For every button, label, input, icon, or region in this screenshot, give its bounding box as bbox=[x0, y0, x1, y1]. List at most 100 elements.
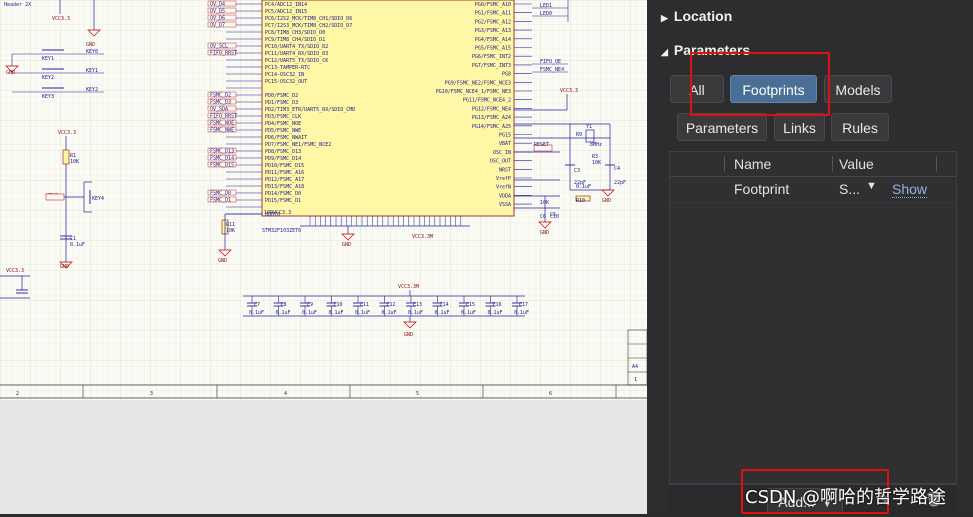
component-label: 10K bbox=[226, 228, 235, 234]
pin-label: PD10/FSMC_D15 bbox=[265, 163, 304, 169]
pin-label: PG6/FSMC_INT2 bbox=[472, 54, 511, 60]
cap-designator: C14 bbox=[440, 302, 449, 308]
column-divider bbox=[832, 156, 833, 172]
parameters-section-header[interactable]: ◢ Parameters bbox=[661, 42, 750, 58]
vcc-label-1: VCC3.3 bbox=[58, 130, 76, 136]
title-block-size: A4 bbox=[632, 364, 638, 370]
pin-label: PC6/I2S2_MCK/TIM8_CH1/SDIO_D6 bbox=[265, 16, 352, 22]
cap-designator: C15 bbox=[466, 302, 475, 308]
row-value[interactable]: S... bbox=[839, 181, 860, 197]
filter-parameters-button[interactable]: Parameters bbox=[677, 113, 767, 141]
location-label: Location bbox=[673, 8, 733, 24]
pin-label: PD7/FSMC_NE1/FSMC_NCE2 bbox=[265, 142, 331, 148]
cap-value: 0.1uF bbox=[302, 310, 317, 316]
filter-links-button[interactable]: Links bbox=[774, 113, 825, 141]
pin-label: OSC_OUT bbox=[490, 159, 511, 165]
column-divider bbox=[936, 156, 937, 172]
pin-label: PG10/FSMC_NCE4_1/FSMC_NE3 bbox=[436, 89, 511, 95]
pin-label: VrefN bbox=[496, 185, 511, 191]
net-label: FSMC_D13 bbox=[210, 149, 234, 155]
cap-value: 0.1uF bbox=[355, 310, 370, 316]
vcc-label: VCC3.3 bbox=[52, 16, 70, 22]
pin-label: VBAT bbox=[499, 141, 511, 147]
component-label: Y1 bbox=[586, 124, 592, 130]
pin-label: PC11/UART4_RX/SDIO_D3 bbox=[265, 51, 328, 57]
net-label: FSMC_D1 bbox=[210, 198, 231, 204]
header-label: Header 2X bbox=[4, 2, 31, 8]
cap-value: 0.1uF bbox=[514, 310, 529, 316]
net-label: OV_SCL bbox=[210, 44, 228, 50]
net-label: FIFO_OE bbox=[540, 59, 561, 65]
pin-label: PD4/FSMC_NOE bbox=[265, 121, 301, 127]
pin-label: PG9/FSMC_NE2/FSMC_NCE3 bbox=[445, 80, 511, 86]
net-label: FSMC_NWE bbox=[210, 128, 234, 134]
pin-label: PG0/FSMC_A10 bbox=[475, 2, 511, 8]
schematic-sheet[interactable]: PC4/ADC12_IN14 PC5/ADC12_IN15 PC6/I2S2_MCK… bbox=[0, 0, 647, 400]
component-label: RESET bbox=[534, 142, 549, 148]
net-label: OV_SDA bbox=[210, 107, 228, 113]
filter-rules-button[interactable]: Rules bbox=[831, 113, 889, 141]
cap-designator: C8 bbox=[281, 302, 287, 308]
net-label: LED1 bbox=[540, 3, 552, 9]
key-label: KEY4 bbox=[92, 196, 104, 202]
pin-label: OSC_IN bbox=[493, 150, 511, 156]
component-label: C6 bbox=[540, 214, 546, 220]
pin-label: PG14/FSMC_A25 bbox=[472, 124, 511, 130]
pin-label: PG11/FSMC_NCE4_2 bbox=[463, 98, 511, 104]
cap-value: 0.1uF bbox=[488, 310, 503, 316]
net-label: FSMC_NE4 bbox=[540, 67, 564, 73]
row-divider bbox=[670, 202, 956, 203]
gnd-label: GND bbox=[86, 42, 95, 48]
mcu-designator: STM32F103ZET6 bbox=[262, 228, 301, 234]
cap-value: 0.1uF bbox=[408, 310, 423, 316]
cap-designator: C7 bbox=[254, 302, 260, 308]
component-label: R10 bbox=[576, 198, 585, 204]
vcc-label-2: VCC3.3M bbox=[412, 234, 433, 240]
pin-label: PC14-OSC32_IN bbox=[265, 72, 304, 78]
filter-all-button[interactable]: All bbox=[670, 75, 724, 103]
component-label: C4 bbox=[614, 166, 620, 172]
pin-label: PD8/FSMC_D13 bbox=[265, 149, 301, 155]
pin-label: PD0/FSMC_D2 bbox=[265, 93, 298, 99]
key-net-label: KEY0 bbox=[86, 49, 98, 55]
pin-label: PC9/TIM8_CH4/SDIO_D1 bbox=[265, 37, 325, 43]
collapse-arrow-icon: ◢ bbox=[661, 47, 668, 57]
component-label: 8MHz bbox=[590, 142, 602, 148]
pin-label: NRST bbox=[499, 167, 511, 173]
pin-label: PC15-OSC32_OUT bbox=[265, 79, 307, 85]
cap-value: 0.1uF bbox=[329, 310, 344, 316]
component-label: 0.1uF bbox=[70, 242, 85, 248]
net-label: OV_D7 bbox=[210, 23, 225, 29]
cap-designator: C17 bbox=[519, 302, 528, 308]
pin-label: PG13/FSMC_A24 bbox=[472, 115, 511, 121]
column-header-name[interactable]: Name bbox=[734, 152, 771, 176]
pin-label: PG1/FSMC_A11 bbox=[475, 11, 511, 17]
key-net-label: KEY1 bbox=[86, 68, 98, 74]
pin-label: PC4/ADC12_IN14 bbox=[265, 2, 307, 8]
ruler-number: 2 bbox=[16, 391, 19, 397]
filter-footprints-button[interactable]: Footprints bbox=[730, 75, 817, 103]
pin-label: PD9/FSMC_D14 bbox=[265, 156, 301, 162]
vcc-label-4: VCC3.3M bbox=[398, 284, 419, 290]
net-label: OV_D4 bbox=[210, 2, 225, 8]
cap-value: 0.1uF bbox=[249, 310, 264, 316]
table-row[interactable]: Footprint S... ▼ Show bbox=[670, 177, 956, 201]
component-label: C10 bbox=[550, 214, 559, 220]
dropdown-arrow-icon[interactable]: ▼ bbox=[866, 180, 877, 192]
cap-designator: C9 bbox=[307, 302, 313, 308]
gnd-label: GND bbox=[342, 242, 351, 248]
cap-value: 0.1uF bbox=[382, 310, 397, 316]
component-label: 22pF bbox=[614, 180, 626, 186]
net-label: FSMC_NOE bbox=[210, 121, 234, 127]
cap-designator: C13 bbox=[413, 302, 422, 308]
expand-arrow-icon: ▶ bbox=[661, 13, 668, 23]
location-section-header[interactable]: ▶ Location bbox=[661, 8, 732, 24]
pin-label: PC10/UART4_TX/SDIO_D2 bbox=[265, 44, 328, 50]
pin-label: PD11/FSMC_A16 bbox=[265, 170, 304, 176]
schematic-canvas[interactable]: PC4/ADC12_IN14 PC5/ADC12_IN15 PC6/I2S2_MCK… bbox=[0, 0, 647, 514]
component-label: R9 bbox=[576, 132, 582, 138]
column-header-value[interactable]: Value bbox=[839, 152, 874, 176]
show-link[interactable]: Show bbox=[892, 181, 928, 198]
filter-models-button[interactable]: Models bbox=[824, 75, 892, 103]
net-label: FSMC_D0 bbox=[210, 191, 231, 197]
